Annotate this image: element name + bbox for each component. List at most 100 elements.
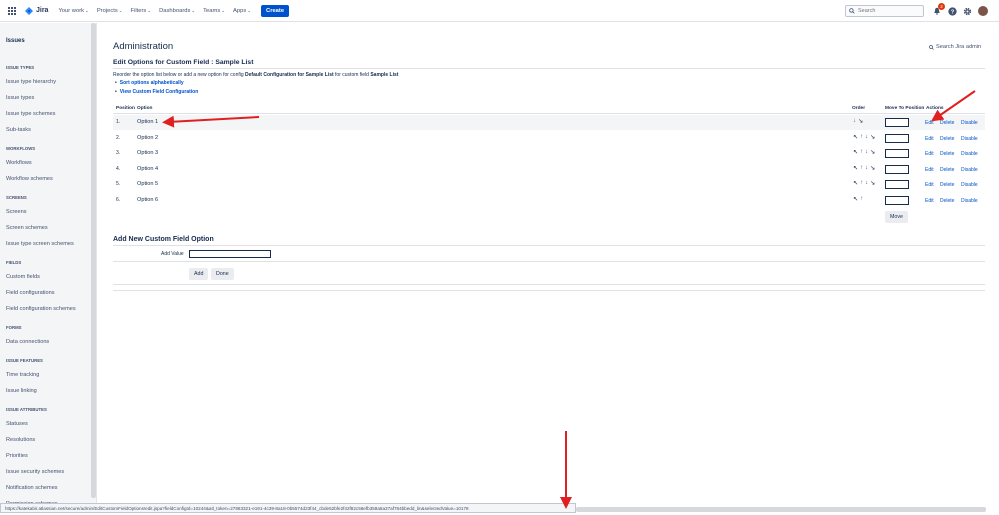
move-to-bottom-icon[interactable]: ↘ xyxy=(870,149,875,156)
edit-option-link[interactable]: Edit xyxy=(925,120,934,126)
settings-button[interactable] xyxy=(961,5,973,17)
sidebar-item-time-tracking[interactable]: Time tracking xyxy=(6,372,39,378)
move-to-bottom-icon[interactable]: ↘ xyxy=(870,134,875,141)
sidebar-section-heading: ISSUE TYPES xyxy=(6,65,35,70)
option-name: Option 3 xyxy=(137,150,159,156)
sidebar-item-screens[interactable]: Screens xyxy=(6,209,27,215)
create-button[interactable]: Create xyxy=(261,4,290,17)
sidebar-item-workflow-schemes[interactable]: Workflow schemes xyxy=(6,176,53,182)
sidebar-item-custom-fields[interactable]: Custom fields xyxy=(6,274,40,280)
delete-option-link[interactable]: Delete xyxy=(940,151,954,157)
sidebar-item-statuses[interactable]: Statuses xyxy=(6,421,28,427)
move-to-bottom-icon[interactable]: ↘ xyxy=(870,180,875,187)
move-down-icon[interactable]: ↓ xyxy=(865,134,868,141)
header-option: Option xyxy=(137,106,153,111)
move-to-bottom-icon[interactable]: ↘ xyxy=(858,118,863,125)
delete-option-link[interactable]: Delete xyxy=(940,120,954,126)
sidebar-item-issue-type-screen-schemes[interactable]: Issue type screen schemes xyxy=(6,241,74,247)
disable-option-link[interactable]: Disable xyxy=(961,120,978,126)
help-button[interactable]: ? xyxy=(946,5,958,17)
sidebar-item-issue-type-schemes[interactable]: Issue type schemes xyxy=(6,111,55,117)
move-to-position-input[interactable] xyxy=(885,164,909,174)
move-down-icon[interactable]: ↓ xyxy=(865,149,868,156)
move-to-position-input[interactable] xyxy=(885,118,909,127)
add-button[interactable]: Add xyxy=(189,268,209,280)
move-down-icon[interactable]: ↓ xyxy=(853,118,856,125)
global-search[interactable] xyxy=(845,5,924,17)
option-position: 6. xyxy=(116,196,121,203)
move-to-position-input[interactable] xyxy=(885,133,909,143)
sidebar-item-field-configurations[interactable]: Field configurations xyxy=(6,290,55,296)
move-to-top-icon[interactable]: ↖ xyxy=(853,149,858,156)
option-row: 2. Option 2 ↖ ↑ ↓ ↘ Edit Delete Disable xyxy=(113,131,985,146)
sidebar-item-data-connections[interactable]: Data connections xyxy=(6,339,49,345)
nav-projects[interactable]: Projects⌄ xyxy=(97,8,123,14)
move-to-position-input[interactable] xyxy=(885,195,909,205)
edit-option-link[interactable]: Edit xyxy=(925,198,934,204)
disable-option-link[interactable]: Disable xyxy=(961,136,978,142)
option-row: 5. Option 5 ↖ ↑ ↓ ↘ Edit Delete Disable xyxy=(113,177,985,192)
sort-alphabetically-link[interactable]: Sort options alphabetically xyxy=(115,80,184,86)
option-name: Option 2 xyxy=(137,134,159,141)
sidebar-item-issue-linking[interactable]: Issue linking xyxy=(6,388,37,394)
move-down-icon[interactable]: ↓ xyxy=(865,165,868,172)
nav-your-work[interactable]: Your work⌄ xyxy=(58,8,88,14)
nav-filters[interactable]: Filters⌄ xyxy=(131,8,152,14)
divider xyxy=(113,261,985,262)
sidebar-item-sub-tasks[interactable]: Sub-tasks xyxy=(6,127,31,133)
move-up-icon[interactable]: ↑ xyxy=(860,180,863,187)
disable-option-link[interactable]: Disable xyxy=(961,151,978,157)
move-to-position-input[interactable] xyxy=(885,149,909,158)
user-avatar[interactable] xyxy=(978,6,988,16)
description-text: Reorder the option list below or add a n… xyxy=(113,72,398,78)
sidebar-item-screen-schemes[interactable]: Screen schemes xyxy=(6,225,48,231)
edit-option-link[interactable]: Edit xyxy=(925,151,934,157)
sidebar-item-issue-types[interactable]: Issue types xyxy=(6,95,34,101)
order-controls: ↖ ↑ ↓ ↘ xyxy=(853,149,877,156)
notifications-button[interactable]: 2 xyxy=(931,3,945,17)
delete-option-link[interactable]: Delete xyxy=(940,167,954,173)
add-value-input[interactable] xyxy=(189,250,271,258)
move-to-position-input[interactable] xyxy=(885,180,909,189)
move-to-top-icon[interactable]: ↖ xyxy=(853,196,858,203)
sidebar-item-priorities[interactable]: Priorities xyxy=(6,453,28,459)
app-switcher-icon[interactable] xyxy=(8,6,16,15)
horizontal-scrollbar[interactable] xyxy=(576,507,986,512)
chevron-down-icon: ⌄ xyxy=(221,7,226,13)
delete-option-link[interactable]: Delete xyxy=(940,136,954,142)
jira-logo[interactable]: Jira xyxy=(25,6,48,15)
disable-option-link[interactable]: Disable xyxy=(961,182,978,188)
edit-option-link[interactable]: Edit xyxy=(925,182,934,188)
sidebar-item-workflows[interactable]: Workflows xyxy=(6,160,32,166)
sidebar-item-issue-security-schemes[interactable]: Issue security schemes xyxy=(6,469,64,475)
search-jira-admin-link[interactable]: Search Jira admin xyxy=(929,44,981,50)
edit-option-link[interactable]: Edit xyxy=(925,136,934,142)
move-button[interactable]: Move xyxy=(885,211,908,223)
sidebar-item-issue-type-hierarchy[interactable]: Issue type hierarchy xyxy=(6,79,56,85)
move-down-icon[interactable]: ↓ xyxy=(865,180,868,187)
nav-apps[interactable]: Apps⌄ xyxy=(233,8,251,14)
sidebar-item-resolutions[interactable]: Resolutions xyxy=(6,437,35,443)
move-up-icon[interactable]: ↑ xyxy=(860,149,863,156)
delete-option-link[interactable]: Delete xyxy=(940,198,954,204)
move-up-icon[interactable]: ↑ xyxy=(860,134,863,141)
delete-option-link[interactable]: Delete xyxy=(940,182,954,188)
search-input[interactable] xyxy=(858,8,918,14)
disable-option-link[interactable]: Disable xyxy=(961,198,978,204)
move-to-top-icon[interactable]: ↖ xyxy=(853,180,858,187)
move-to-top-icon[interactable]: ↖ xyxy=(853,134,858,141)
edit-option-link[interactable]: Edit xyxy=(925,167,934,173)
done-button[interactable]: Done xyxy=(211,268,234,280)
sidebar-item-notification-schemes[interactable]: Notification schemes xyxy=(6,485,58,491)
sidebar-section-heading: ISSUE FEATURES xyxy=(6,358,43,363)
view-field-configuration-link[interactable]: View Custom Field Configuration xyxy=(115,89,199,95)
nav-teams[interactable]: Teams⌄ xyxy=(203,8,225,14)
sidebar-item-field-configuration-schemes[interactable]: Field configuration schemes xyxy=(6,306,76,312)
disable-option-link[interactable]: Disable xyxy=(961,167,978,173)
move-up-icon[interactable]: ↑ xyxy=(860,196,863,203)
nav-dashboards[interactable]: Dashboards⌄ xyxy=(159,8,195,14)
sidebar-scrollbar[interactable] xyxy=(91,23,96,498)
move-to-bottom-icon[interactable]: ↘ xyxy=(870,165,875,172)
move-to-top-icon[interactable]: ↖ xyxy=(853,165,858,172)
move-up-icon[interactable]: ↑ xyxy=(860,165,863,172)
